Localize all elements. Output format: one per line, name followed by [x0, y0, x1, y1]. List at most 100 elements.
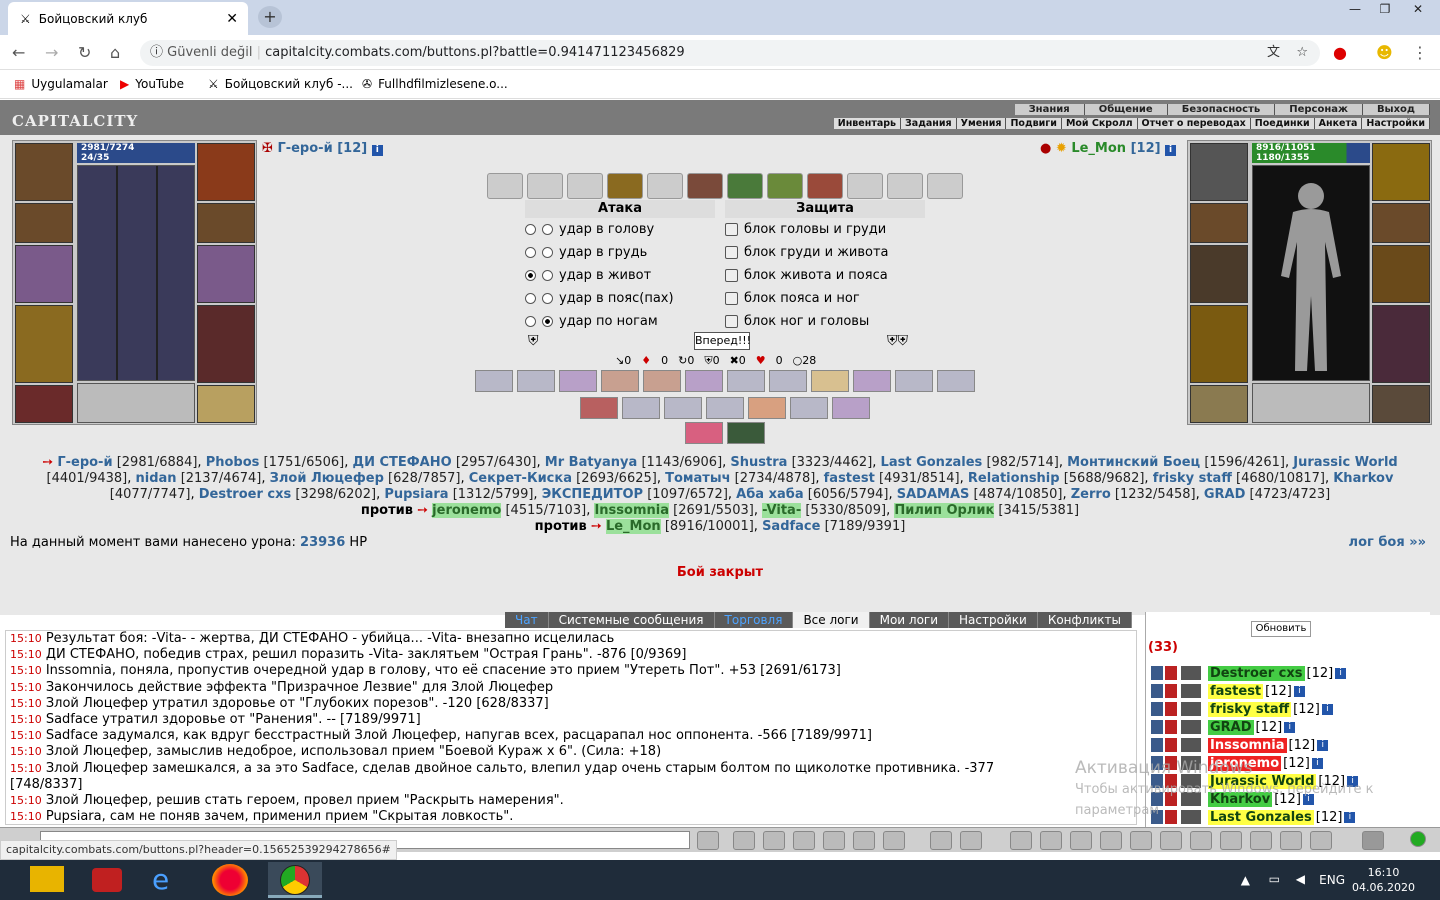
skill-icon[interactable]	[853, 370, 891, 392]
menu-character[interactable]: Персонаж	[1275, 104, 1363, 115]
weapon-right-slot[interactable]	[1372, 245, 1430, 303]
left-character-name[interactable]: ✠ Г-еро-й [12] i	[262, 141, 383, 156]
defense-checkbox[interactable]	[725, 292, 738, 305]
ie-icon[interactable]: e	[152, 862, 188, 898]
scroll-slot[interactable]	[807, 173, 843, 199]
tab-system[interactable]: Системные сообщения	[549, 612, 715, 628]
pants-slot[interactable]	[197, 305, 255, 383]
menu-security[interactable]: Безопасность	[1167, 104, 1276, 115]
gear-icon[interactable]	[1160, 831, 1182, 850]
puzzle-icon[interactable]	[1362, 831, 1384, 850]
hand-icon[interactable]	[883, 831, 905, 850]
skill-icon[interactable]	[643, 370, 681, 392]
fighter-name[interactable]: Last Gonzales	[881, 455, 983, 470]
fighter-name[interactable]: Destroer cxs	[199, 487, 292, 502]
skill-icon[interactable]	[622, 397, 660, 419]
bracers-slot[interactable]	[1190, 203, 1248, 243]
scroll-slot[interactable]	[847, 173, 883, 199]
fighter-name[interactable]: fastest	[824, 471, 875, 486]
scroll-slot[interactable]	[687, 173, 723, 199]
refresh-shield-icon[interactable]: ⛨⛨	[887, 333, 908, 349]
left-empty-slots[interactable]	[77, 383, 195, 423]
belt-slot[interactable]	[1190, 385, 1248, 423]
scroll-slot[interactable]	[727, 173, 763, 199]
filter-icon[interactable]	[763, 831, 785, 850]
info-icon[interactable]: i	[1293, 685, 1305, 697]
online-user[interactable]: frisky staff [12] i	[1151, 700, 1333, 718]
attack-option[interactable]: удар в голову	[525, 218, 715, 241]
fighter-name[interactable]: Монтинский Боец	[1067, 455, 1200, 470]
clock[interactable]: 16:10 04.06.2020	[1352, 865, 1415, 895]
scroll-slot[interactable]	[767, 173, 803, 199]
submenu-profile[interactable]: Анкета	[1314, 118, 1363, 129]
helmet-slot[interactable]	[1190, 143, 1248, 201]
gloves-slot[interactable]	[1372, 203, 1430, 243]
info-icon[interactable]: i	[1335, 667, 1347, 679]
firefox-icon[interactable]	[212, 864, 248, 896]
forward-button[interactable]: Вперед!!!	[694, 332, 751, 350]
new-tab-button[interactable]: +	[258, 6, 282, 28]
defense-option[interactable]: блок головы и груди	[725, 218, 925, 241]
skill-icon[interactable]	[685, 422, 723, 444]
bookmark-films[interactable]: ✇ Fullhdfilmizlesene.o...	[362, 77, 508, 91]
scroll-slot[interactable]	[607, 173, 643, 199]
camera-icon[interactable]	[960, 831, 982, 850]
defense-checkbox[interactable]	[725, 269, 738, 282]
minimize-icon[interactable]: —	[1340, 0, 1370, 20]
attack-radio[interactable]	[525, 316, 536, 327]
attack-radio[interactable]	[542, 316, 553, 327]
tab-settings[interactable]: Настройки	[949, 612, 1038, 628]
submenu-duels[interactable]: Поединки	[1250, 118, 1315, 129]
fighter-name[interactable]: frisky staff	[1153, 471, 1232, 486]
tab-chat[interactable]: Чат	[505, 612, 549, 628]
skill-icon[interactable]	[685, 370, 723, 392]
attack-option[interactable]: удар в живот	[525, 264, 715, 287]
online-user-name[interactable]: fastest	[1208, 683, 1264, 699]
skill-icon[interactable]	[727, 422, 765, 444]
fighter-name[interactable]: Zerro	[1071, 487, 1111, 502]
skill-icon[interactable]	[706, 397, 744, 419]
skill-icon[interactable]	[790, 397, 828, 419]
potion-icon[interactable]	[1070, 831, 1092, 850]
close-tab-icon[interactable]: ✕	[226, 11, 238, 27]
submenu-quests[interactable]: Задания	[901, 118, 957, 129]
defense-option[interactable]: блок груди и живота	[725, 241, 925, 264]
sort-icon[interactable]	[853, 831, 875, 850]
attack-option[interactable]: удар в грудь	[525, 241, 715, 264]
info-icon[interactable]: i	[1321, 703, 1333, 715]
fighter-name[interactable]: Sadface	[762, 519, 820, 534]
weapon-left-slot[interactable]	[1190, 245, 1248, 303]
tab-my-logs[interactable]: Мои логи	[870, 612, 950, 628]
fighter-name[interactable]: ЭКСПЕДИТОР	[542, 487, 643, 502]
reload-icon[interactable]: ↻	[78, 43, 91, 62]
rings-icon[interactable]	[1250, 831, 1272, 850]
scroll-icon[interactable]	[1130, 831, 1152, 850]
download-icon[interactable]	[92, 868, 122, 892]
online-user-name[interactable]: Destroer cxs	[1208, 665, 1305, 681]
language-indicator[interactable]: ENG	[1319, 873, 1345, 887]
skill-icon[interactable]	[559, 370, 597, 392]
fighter-name[interactable]: GRAD	[1204, 487, 1246, 502]
submenu-inventory[interactable]: Инвентарь	[833, 118, 902, 129]
url-field[interactable]: ⓘ Güvenli değil | capitalcity.combats.co…	[140, 40, 1320, 66]
tab-conflicts[interactable]: Конфликты	[1038, 612, 1132, 628]
attack-radio[interactable]	[525, 247, 536, 258]
scroll-slot[interactable]	[887, 173, 923, 199]
bookmark-apps[interactable]: ▦ Uygulamalar	[14, 77, 108, 91]
boots-slot[interactable]	[1372, 385, 1430, 423]
avatar-icon[interactable]: ☻	[1376, 43, 1393, 62]
online-user-name[interactable]: frisky staff	[1208, 701, 1292, 717]
defense-checkbox[interactable]	[725, 223, 738, 236]
bracers-slot[interactable]	[15, 203, 73, 243]
skill-icon[interactable]	[811, 370, 849, 392]
fighter-name[interactable]: Г-еро-й	[57, 455, 112, 470]
fighter-name[interactable]: -Vita-	[762, 503, 802, 518]
bag-icon[interactable]	[1010, 831, 1032, 850]
submenu-feats[interactable]: Подвиги	[1006, 118, 1062, 129]
defense-option[interactable]: блок ног и головы	[725, 310, 925, 333]
bookmark-combats[interactable]: ⚔ Бойцовский клуб -...	[208, 77, 353, 91]
tab-all-logs[interactable]: Все логи	[793, 612, 870, 628]
battle-log-link[interactable]: лог боя »»	[1349, 535, 1426, 550]
submenu-scroll[interactable]: Мой Скролл	[1061, 118, 1138, 129]
attack-radio[interactable]	[542, 224, 553, 235]
